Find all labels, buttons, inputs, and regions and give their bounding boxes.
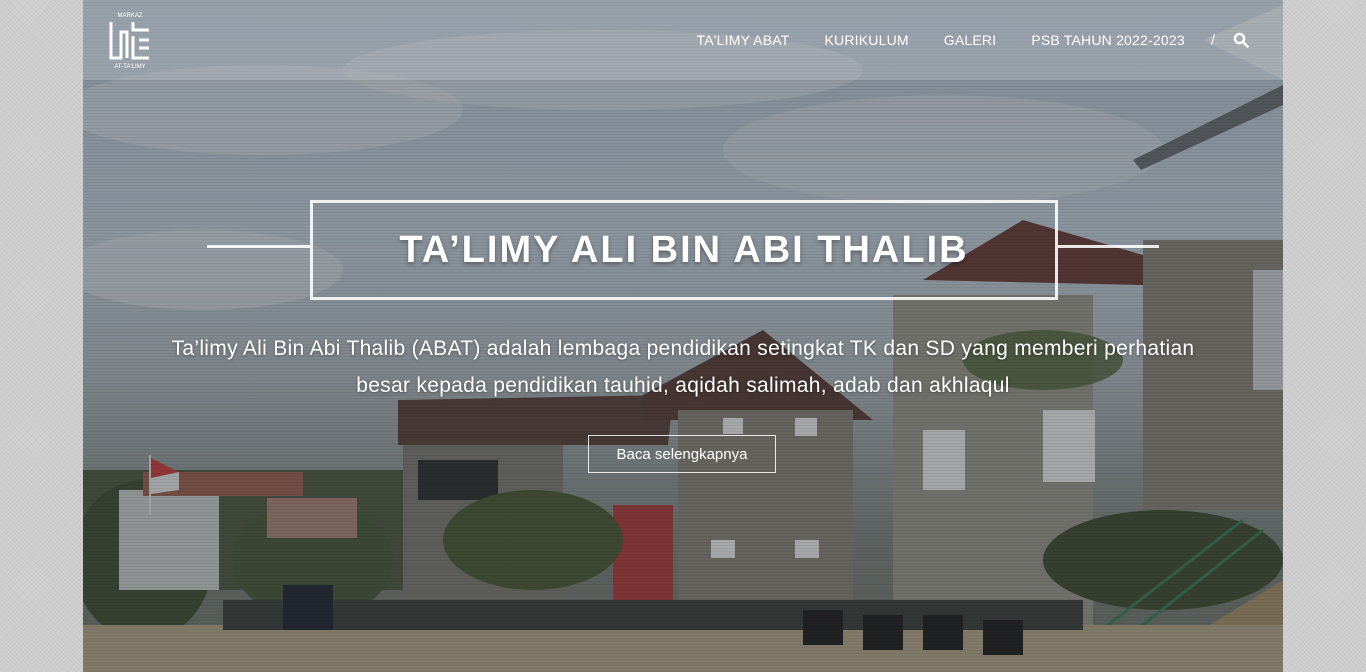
main-menu: TA'LIMY ABAT KURIKULUM GALERI PSB TAHUN … xyxy=(662,0,1283,80)
read-more-button[interactable]: Baca selengkapnya xyxy=(588,435,776,473)
logo-icon[interactable]: MARKAZ AT-TA'LIMY xyxy=(107,10,153,70)
hero-title: TA’LIMY ALI BIN ABI THALIB xyxy=(399,228,969,271)
nav-item-psb[interactable]: PSB TAHUN 2022-2023 xyxy=(1031,32,1184,48)
nav-separator: / xyxy=(1210,31,1215,49)
logo-top-text: MARKAZ xyxy=(117,13,142,19)
search-button[interactable] xyxy=(1233,32,1249,48)
logo-bottom-text: AT-TA'LIMY xyxy=(114,64,145,70)
search-icon xyxy=(1233,32,1249,48)
title-left-line xyxy=(207,245,310,248)
nav-item-galeri[interactable]: GALERI xyxy=(944,32,997,48)
nav-item-talimy-abat[interactable]: TA'LIMY ABAT xyxy=(697,32,790,48)
hero-title-frame: TA’LIMY ALI BIN ABI THALIB xyxy=(310,200,1058,300)
top-navigation-bar: MARKAZ AT-TA'LIMY TA'LIMY ABAT KURIKULUM… xyxy=(83,0,1283,80)
nav-item-kurikulum[interactable]: KURIKULUM xyxy=(825,32,909,48)
title-right-line xyxy=(1058,245,1159,248)
hero-section: MARKAZ AT-TA'LIMY TA'LIMY ABAT KURIKULUM… xyxy=(83,0,1283,672)
hero-description: Ta’limy Ali Bin Abi Thalib (ABAT) adalah… xyxy=(171,337,1195,397)
